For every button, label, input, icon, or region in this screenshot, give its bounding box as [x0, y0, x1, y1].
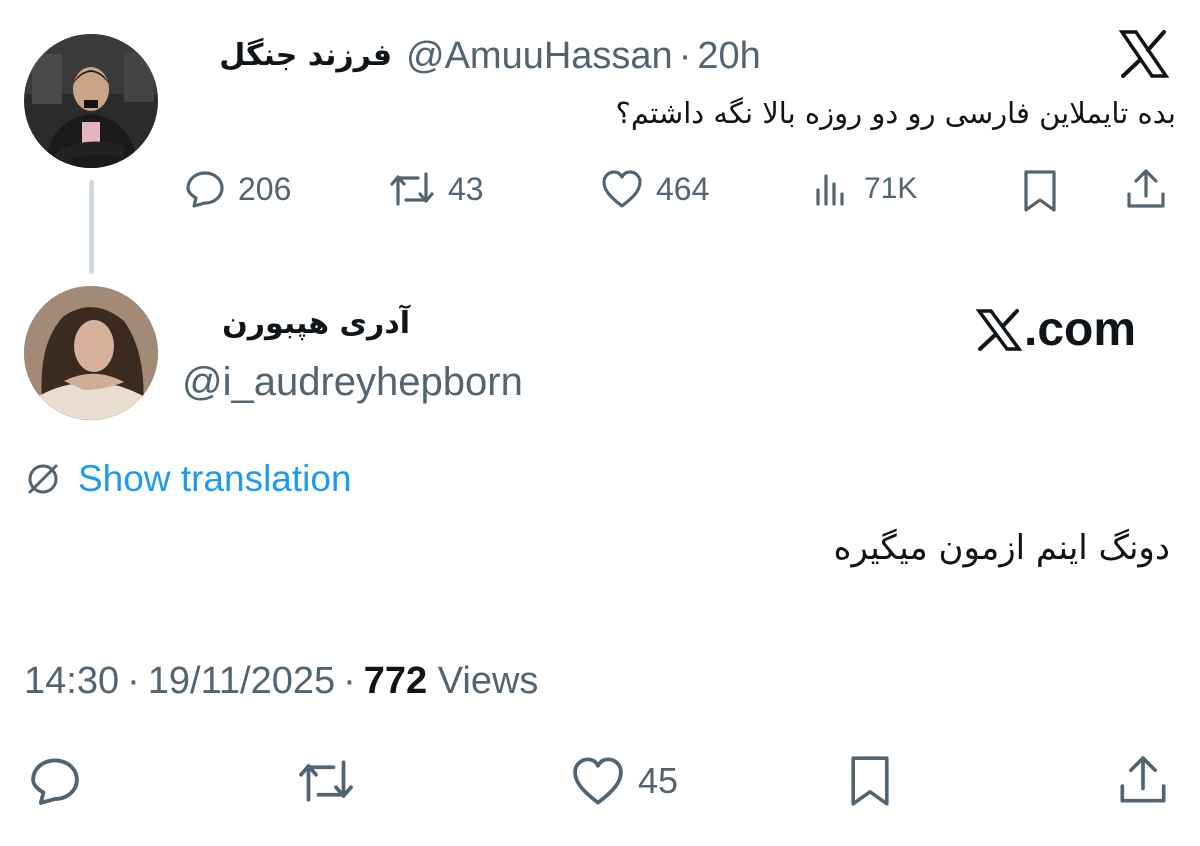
parent-like-action[interactable]: 464 [600, 168, 709, 210]
parent-views-action[interactable]: 71K [812, 168, 917, 210]
reply-like-action[interactable]: 45 [570, 754, 678, 808]
reply-bookmark-action[interactable] [846, 752, 894, 810]
reply-views-label: Views [437, 660, 539, 702]
parent-handle[interactable]: @AmuuHassan [406, 35, 673, 77]
parent-tweet-text: بده تایملاین فارسی رو دو روزه بالا نگه د… [615, 96, 1176, 130]
reply-display-name[interactable]: آدری هپبورن [222, 306, 410, 341]
show-translation-link[interactable]: Show translation [24, 458, 352, 500]
translate-slash-icon [28, 464, 58, 494]
reply-share-action[interactable] [1116, 752, 1170, 808]
parent-retweet-count: 43 [448, 170, 484, 207]
x-logo-icon [976, 308, 1022, 351]
parent-avatar[interactable] [24, 34, 158, 168]
x-logo-icon [1118, 30, 1170, 83]
parent-meta: @AmuuHassan · 20h [406, 35, 761, 78]
meta-separator: · [127, 660, 140, 702]
retweet-icon [299, 760, 353, 802]
parent-reply-action[interactable]: 206 [184, 168, 291, 210]
reply-reply-action[interactable] [28, 754, 82, 808]
reply-like-count: 45 [638, 760, 679, 801]
parent-display-name[interactable]: فرزند جنگل [219, 38, 392, 73]
reply-retweet-action[interactable] [296, 754, 356, 808]
parent-like-count: 464 [656, 170, 710, 207]
retweet-icon [390, 172, 434, 206]
meta-separator: · [678, 35, 692, 77]
tweet-thread-screenshot: فرزند جنگل @AmuuHassan · 20h بده تایملاین … [0, 0, 1200, 846]
parent-share-action[interactable] [1124, 166, 1168, 212]
thread-connector-line [89, 180, 94, 274]
meta-separator: · [343, 660, 356, 702]
brand-domain: .com [1024, 303, 1137, 356]
bookmark-icon [1024, 170, 1056, 212]
parent-views-count: 71K [864, 172, 918, 205]
reply-views-count: 772 [363, 660, 428, 702]
reply-bubble-icon [31, 758, 79, 805]
reply-tweet-text: دونگ اینم ازمون میگیره [833, 528, 1170, 568]
show-translation-label: Show translation [78, 458, 352, 499]
parent-time[interactable]: 20h [697, 35, 760, 77]
reply-time[interactable]: 14:30 [24, 660, 119, 702]
parent-retweet-action[interactable]: 43 [388, 168, 484, 210]
x-dot-com-logo: .com [976, 302, 1136, 357]
share-upload-icon [1120, 756, 1166, 803]
reply-avatar[interactable] [24, 286, 158, 420]
reply-bubble-icon [186, 171, 224, 208]
bar-chart-icon [816, 174, 844, 206]
share-upload-icon [1127, 169, 1165, 208]
parent-bookmark-action[interactable] [1020, 168, 1060, 214]
bookmark-icon [851, 756, 889, 806]
reply-date[interactable]: 19/11/2025 [148, 660, 335, 702]
parent-reply-count: 206 [238, 170, 292, 207]
reply-timestamp-line: 14:30 · 19/11/2025 · 772 Views [24, 660, 538, 703]
heart-icon [602, 170, 642, 208]
heart-icon [573, 757, 623, 805]
reply-handle[interactable]: @i_audreyhepborn [182, 360, 523, 405]
